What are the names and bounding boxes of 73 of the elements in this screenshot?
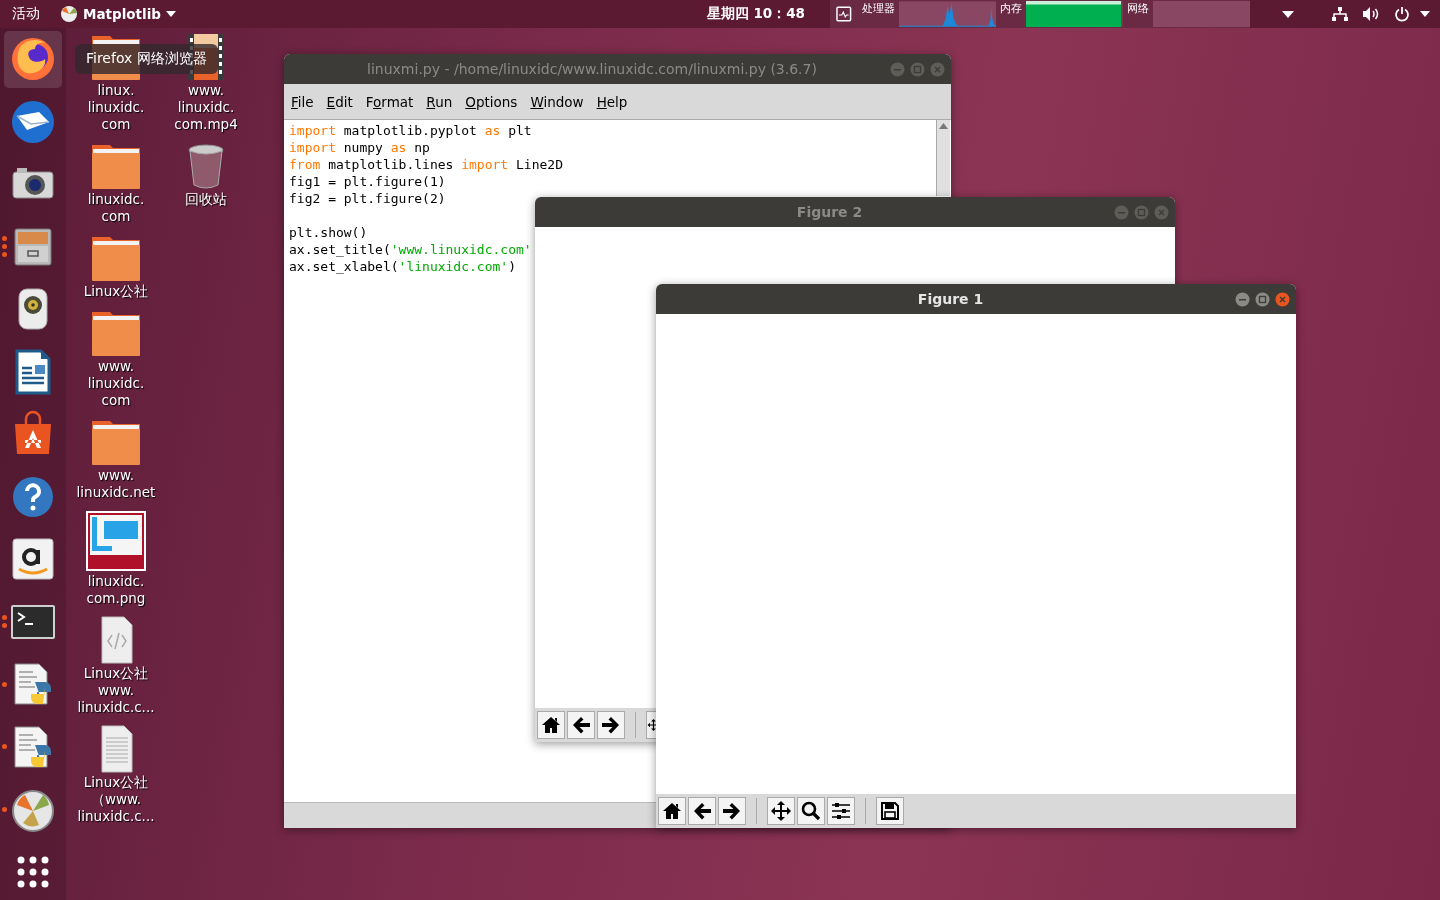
window-title: Figure 1: [916, 291, 985, 307]
sliders-icon: [830, 800, 852, 822]
code-line: fig2 = plt.figure(2): [289, 190, 447, 207]
menu-item[interactable]: Edit: [326, 93, 353, 110]
save-button[interactable]: [876, 797, 904, 825]
menu-item[interactable]: Format: [365, 93, 414, 110]
code-line: plt.show(): [289, 224, 369, 241]
menu-item[interactable]: Window: [530, 93, 584, 110]
running-indicator: [2, 681, 7, 687]
home-button[interactable]: [537, 711, 565, 739]
pie-chart-icon: [60, 5, 78, 23]
zoom-button[interactable]: [797, 797, 825, 825]
running-indicator: [2, 744, 7, 750]
file-label[interactable]: www. linuxidc. com: [87, 358, 145, 409]
right-arrow-icon: [600, 714, 622, 736]
file-label[interactable]: Linux公社 www. linuxidc.c...: [77, 665, 155, 716]
network-label: 网络: [1126, 1, 1149, 16]
dock-item[interactable]: [4, 31, 62, 88]
left-arrow-icon: [691, 800, 713, 822]
file-label[interactable]: Linux公社: [83, 283, 149, 300]
clock[interactable]: 星期四 10：48: [706, 5, 805, 23]
system-monitor-icon[interactable]: [836, 6, 852, 22]
app-menu[interactable]: Matplotlib: [60, 5, 176, 23]
home-icon: [540, 714, 562, 736]
home-button[interactable]: [658, 797, 686, 825]
menu-item[interactable]: Options: [465, 93, 518, 110]
file-label[interactable]: www. linuxidc. com.mp4: [174, 82, 238, 133]
memory-label: 内存: [999, 1, 1022, 16]
menu-item[interactable]: Run: [426, 93, 453, 110]
file-label[interactable]: 回收站: [185, 191, 227, 208]
save-icon: [879, 800, 901, 822]
file-label[interactable]: www. linuxidc.net: [76, 467, 156, 501]
configure-button[interactable]: [827, 797, 855, 825]
menu-item[interactable]: Help: [596, 93, 628, 110]
caret-icon: [165, 11, 176, 17]
running-indicator: [2, 806, 7, 812]
menu-item[interactable]: File: [291, 93, 314, 110]
code-line: import matplotlib.pyplot as plt: [289, 122, 533, 139]
image-icon: [84, 509, 148, 573]
move-icon: [770, 800, 792, 822]
back-button[interactable]: [688, 797, 716, 825]
volume-icon[interactable]: [1362, 6, 1380, 22]
window-title: linuxmi.py - /home/linuxidc/www.linuxidc.com/linuxmi.py (3.6.7): [366, 61, 818, 77]
code-line: fig1 = plt.figure(1): [289, 173, 447, 190]
search-icon: [800, 800, 822, 822]
file-label[interactable]: linuxidc. com: [87, 191, 145, 225]
right-arrow-icon: [721, 800, 743, 822]
code-line: ax.set_xlabel('linuxidc.com'): [289, 258, 517, 275]
minimize-button[interactable]: [1235, 291, 1250, 307]
maximize-button[interactable]: [1255, 291, 1270, 307]
scrollbar[interactable]: [936, 120, 950, 196]
file-label[interactable]: linuxidc. com.png: [86, 573, 146, 607]
cpu-label: 处理器: [861, 1, 895, 16]
caret-icon[interactable]: [1282, 10, 1294, 18]
network-icon[interactable]: [1332, 6, 1348, 22]
home-icon: [661, 800, 683, 822]
power-icon: [1394, 6, 1410, 22]
caret-icon: [1420, 11, 1430, 17]
tooltip: Firefox 网络浏览器: [75, 44, 218, 74]
file-label[interactable]: Linux公社 （www. linuxidc.c...: [77, 774, 155, 825]
window-title: Figure 2: [795, 204, 864, 220]
forward-button[interactable]: [597, 711, 625, 739]
code-line: from matplotlib.lines import Line2D: [289, 156, 564, 173]
file-label[interactable]: linux. linuxidc. com: [87, 82, 145, 133]
code-line: ax.set_title('www.linuxidc.com': [289, 241, 533, 258]
close-button[interactable]: [1275, 291, 1290, 307]
pan-button[interactable]: [767, 797, 795, 825]
power-menu[interactable]: [1394, 6, 1430, 22]
activities-button[interactable]: 活动: [12, 5, 40, 23]
left-arrow-icon: [570, 714, 592, 736]
back-button[interactable]: [567, 711, 595, 739]
code-line: import numpy as np: [289, 139, 431, 156]
forward-button[interactable]: [718, 797, 746, 825]
